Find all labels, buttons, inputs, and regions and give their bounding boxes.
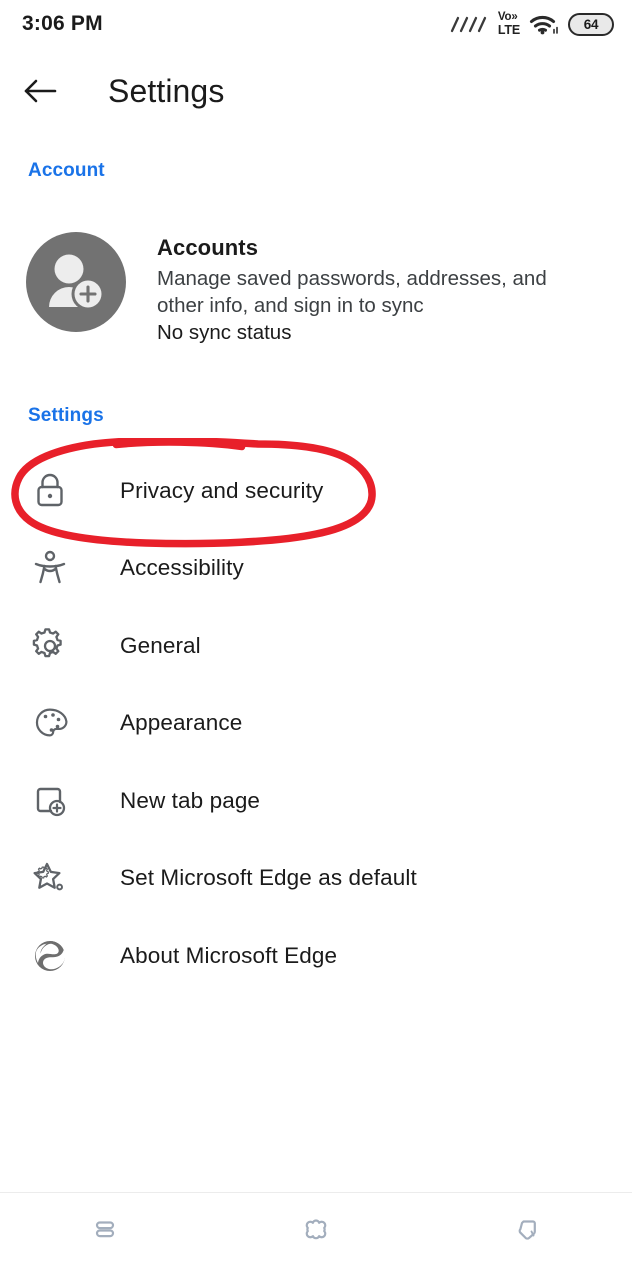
person-add-avatar-icon	[49, 254, 105, 311]
recents-icon	[96, 1220, 115, 1237]
account-text-block: Accounts Manage saved passwords, address…	[157, 222, 597, 345]
settings-item-about-edge[interactable]: About Microsoft Edge	[0, 917, 632, 995]
phone-screen: 3:06 PM Vo» LTE 64 Settings Account Acco…	[0, 0, 632, 1264]
settings-item-label: About Microsoft Edge	[120, 942, 338, 968]
back-arrow-icon	[24, 79, 57, 103]
app-header: Settings	[0, 48, 632, 134]
new-tab-page-icon	[26, 783, 74, 819]
palette-icon	[26, 705, 74, 741]
account-description: Manage saved passwords, addresses, and o…	[157, 267, 547, 318]
nav-back-button[interactable]	[421, 1193, 632, 1264]
signal-bars-icon	[450, 16, 487, 33]
settings-item-label: Accessibility	[120, 555, 244, 581]
wifi-icon	[529, 15, 558, 34]
section-header-settings: Settings	[28, 405, 104, 426]
settings-item-label: New tab page	[120, 787, 261, 813]
settings-item-label: Set Microsoft Edge as default	[120, 865, 417, 891]
battery-indicator: 64	[568, 12, 614, 36]
settings-item-new-tab-page[interactable]: New tab page	[0, 762, 632, 840]
gear-icon	[26, 628, 74, 664]
page-title: Settings	[108, 72, 225, 109]
settings-item-privacy-and-security[interactable]: Privacy and security	[0, 452, 632, 530]
avatar	[26, 232, 126, 332]
status-clock: 3:06 PM	[22, 12, 103, 35]
home-icon	[305, 1218, 327, 1239]
lte-label: LTE	[497, 22, 520, 37]
system-navigation-bar	[0, 1193, 632, 1264]
lock-icon	[26, 472, 74, 510]
star-gear-icon	[26, 860, 74, 896]
settings-list: Privacy and security Accessibility Gener…	[0, 452, 632, 995]
account-sync-status: No sync status	[157, 320, 292, 344]
status-indicators: Vo» LTE 64	[449, 11, 614, 37]
nav-back-icon	[518, 1219, 536, 1240]
settings-item-label: Privacy and security	[120, 477, 324, 503]
settings-item-set-edge-default[interactable]: Set Microsoft Edge as default	[0, 840, 632, 918]
nav-recents-button[interactable]	[0, 1193, 211, 1264]
settings-item-label: General	[120, 632, 201, 658]
nav-home-button[interactable]	[211, 1193, 422, 1264]
settings-item-label: Appearance	[120, 710, 243, 736]
account-title: Accounts	[157, 235, 259, 260]
settings-item-general[interactable]: General	[0, 607, 632, 685]
accessibility-person-icon	[26, 549, 74, 587]
settings-item-appearance[interactable]: Appearance	[0, 685, 632, 763]
section-header-account: Account	[28, 160, 105, 181]
back-button[interactable]	[22, 76, 84, 106]
account-row[interactable]: Accounts Manage saved passwords, address…	[0, 222, 632, 362]
status-bar: 3:06 PM Vo» LTE 64	[0, 0, 632, 48]
edge-logo-icon	[26, 937, 74, 975]
volte-lte-indicator: Vo» LTE	[497, 11, 520, 37]
settings-item-accessibility[interactable]: Accessibility	[0, 530, 632, 608]
volte-label: Vo»	[497, 11, 518, 24]
battery-level-label: 64	[583, 16, 599, 32]
